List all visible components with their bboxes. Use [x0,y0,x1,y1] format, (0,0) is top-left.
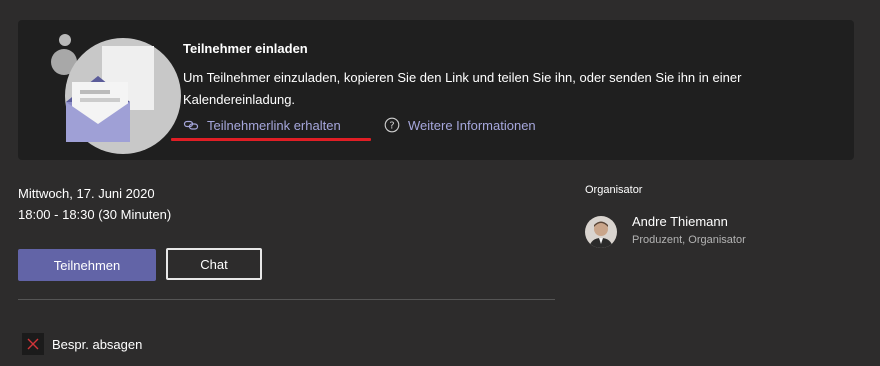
get-attendee-link-label: Teilnehmerlink erhalten [207,117,341,133]
organizer-name: Andre Thiemann [632,214,728,229]
meeting-details-view: Teilnehmer einladen Um Teilnehmer einzul… [0,0,880,366]
organizer-role: Produzent, Organisator [632,234,746,246]
info-icon: ? [384,117,400,133]
avatar[interactable] [585,216,617,248]
close-icon [22,333,44,355]
organizer-section-label: Organisator [585,184,643,196]
join-button[interactable]: Teilnehmen [18,249,156,281]
svg-text:?: ? [389,121,394,132]
chat-button[interactable]: Chat [166,248,262,280]
meeting-time: 18:00 - 18:30 (30 Minuten) [18,207,172,222]
link-icon [183,120,199,130]
meeting-date: Mittwoch, 17. Juni 2020 [18,186,155,201]
invite-description: Um Teilnehmer einzuladen, kopieren Sie d… [183,70,742,107]
divider [18,299,555,300]
get-attendee-link-button[interactable]: Teilnehmerlink erhalten [183,117,341,133]
person-avatar-icon [585,216,617,248]
invite-title: Teilnehmer einladen [183,41,308,56]
more-info-link[interactable]: ? Weitere Informationen [384,117,536,133]
cancel-meeting-button[interactable]: Bespr. absagen [22,333,142,355]
highlight-underline [171,138,371,141]
cancel-meeting-label: Bespr. absagen [52,336,143,352]
more-info-label: Weitere Informationen [408,117,536,133]
invite-banner: Teilnehmer einladen Um Teilnehmer einzul… [18,20,854,160]
envelope-illustration [51,34,181,154]
